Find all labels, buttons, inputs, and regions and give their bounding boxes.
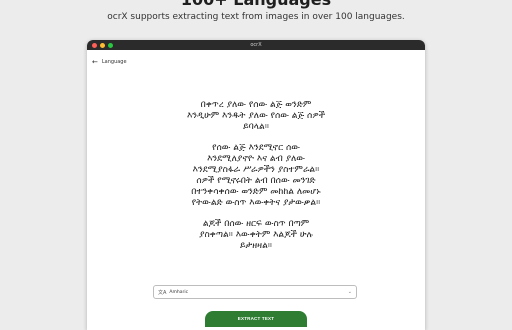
extract-text-button[interactable]: EXTRACT TEXT <box>205 311 307 327</box>
appbar-title: Language <box>101 59 127 65</box>
ocr-paragraph: ልጆች በሰው ዘርፍ ውስጥ በጣም ያስቀጣል። እውቀትም እልጆች ሁሉ… <box>199 219 313 251</box>
app-bar: ← Language <box>92 57 127 67</box>
window-titlebar: ocrX <box>87 40 425 50</box>
language-select-value: Amharic <box>169 289 189 295</box>
promo-subtitle: ocrX supports extracting text from image… <box>107 12 405 22</box>
promo-title: 100+ Languages <box>0 0 512 10</box>
arrow-back-icon[interactable]: ← <box>92 58 98 66</box>
translate-icon: 文A <box>158 289 167 296</box>
language-select[interactable]: 文A Amharic ⌄ <box>153 285 357 299</box>
ocr-paragraph: የሰው ልጅ እንደሚኖር ሰው እንደሚለያኖዮ እና ልብ ያለው እንደሚ… <box>191 143 321 208</box>
chevron-down-icon: ⌄ <box>347 289 352 295</box>
window-title: ocrX <box>250 42 262 48</box>
ocr-paragraph: በቀጥረ ያለው የሰው ልጅ ወንድም እንዲሁም እንዱት ያለው የሰው … <box>186 100 326 132</box>
app-window: ocrX ← Language በቀጥረ ያለው የሰው ልጅ ወንድም እንዲ… <box>87 40 425 330</box>
ocr-result-text: በቀጥረ ያለው የሰው ልጅ ወንድም እንዲሁም እንዱት ያለው የሰው … <box>87 100 425 262</box>
